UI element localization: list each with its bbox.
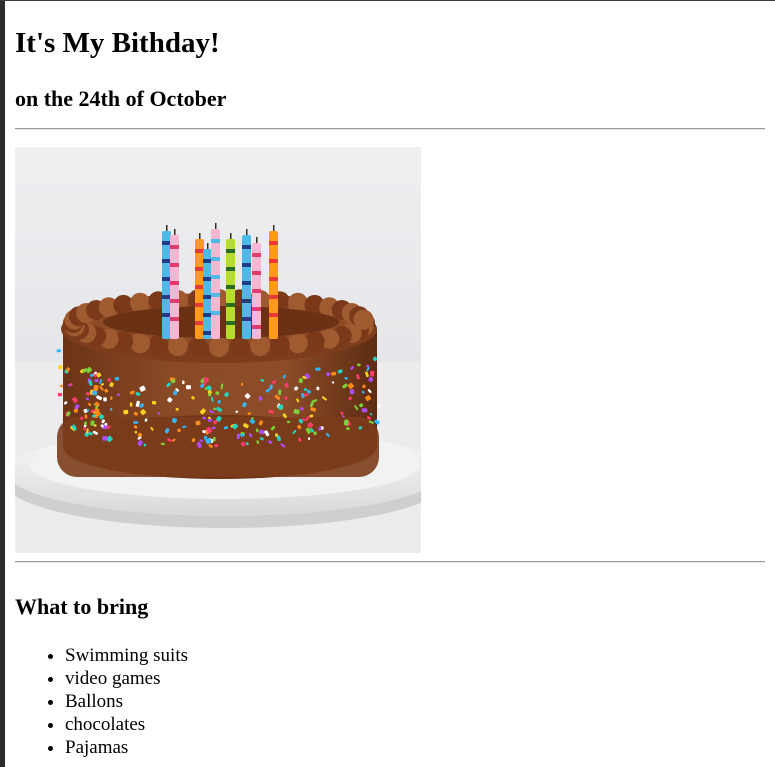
list-item: video games: [65, 667, 188, 690]
list-item: Swimming suits: [65, 644, 188, 667]
list-item: chocolates: [65, 713, 188, 736]
bring-heading: What to bring: [15, 594, 149, 619]
bring-list: Swimming suits video games Ballons choco…: [15, 644, 188, 759]
window-top-edge: [0, 0, 775, 1]
page-subtitle: on the 24th of October: [15, 86, 227, 111]
page-title: It's My Bithday!: [15, 27, 220, 59]
divider-bottom: [15, 561, 765, 563]
window-left-edge: [0, 0, 5, 767]
list-item: Ballons: [65, 690, 188, 713]
birthday-cake-image: [15, 147, 421, 553]
divider-top: [15, 128, 765, 130]
list-item: Pajamas: [65, 736, 188, 759]
